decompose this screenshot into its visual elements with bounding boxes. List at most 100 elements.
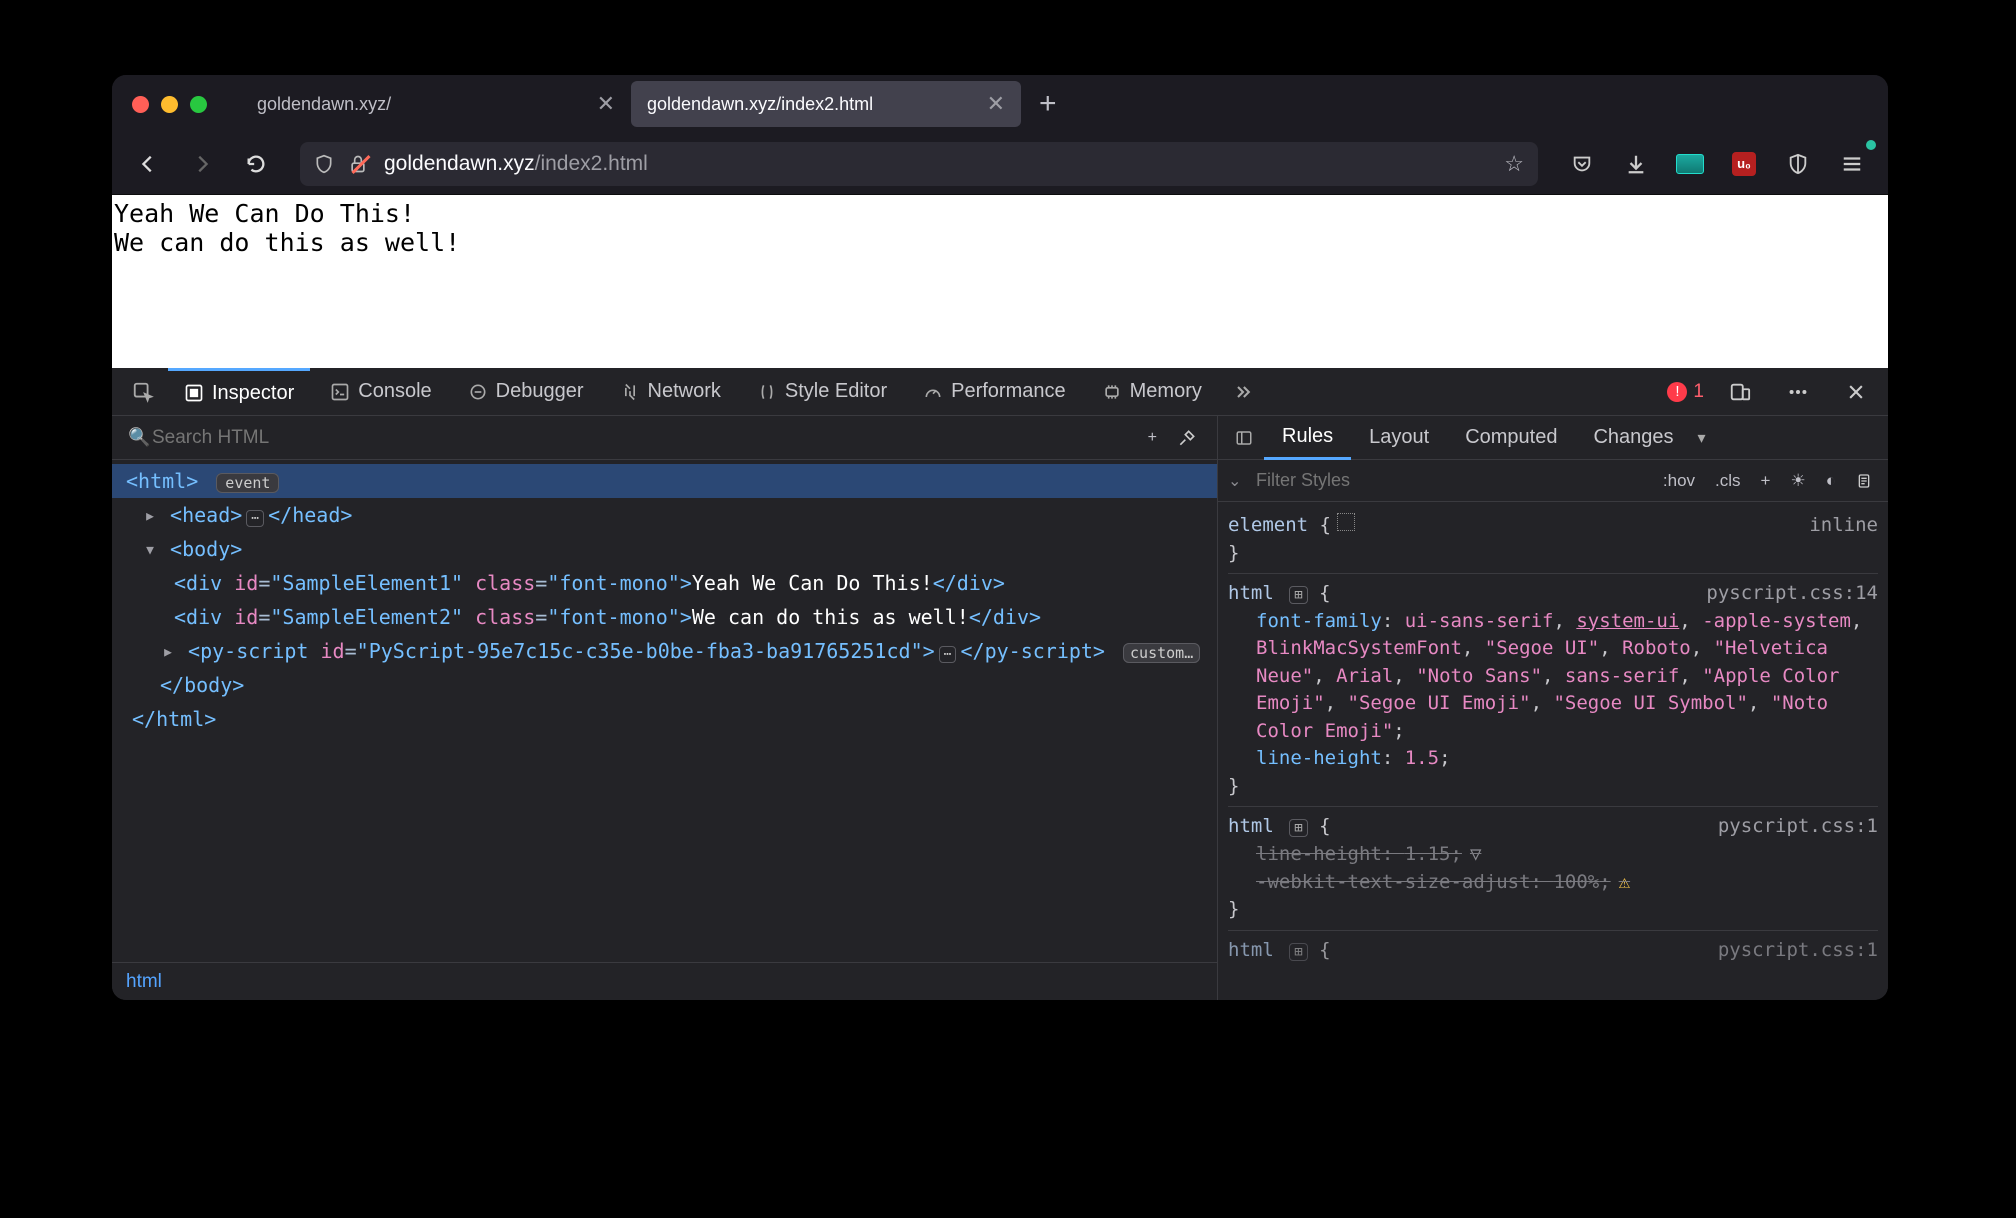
cls-toggle[interactable]: .cls [1709,471,1747,491]
grid-badge-icon[interactable]: ⊞ [1289,943,1307,961]
tab-0[interactable]: goldendawn.xyz/ ✕ [241,81,631,127]
tab-label: Memory [1130,380,1202,403]
menu-button[interactable] [1830,142,1874,186]
dom-node-div1[interactable]: <div id="SampleElement1" class="font-mon… [112,566,1217,600]
funnel-icon[interactable]: ▽ [1470,843,1481,865]
add-rule-button[interactable]: + [1755,471,1777,491]
reload-button[interactable] [234,142,278,186]
flex-overlay-icon[interactable] [1337,513,1355,531]
toolbar-right-icons: u₀ [1560,142,1874,186]
bookmark-star-icon[interactable]: ☆ [1504,151,1524,177]
new-tab-button[interactable]: + [1021,87,1075,121]
tab-bar: goldendawn.xyz/ ✕ goldendawn.xyz/index2.… [112,75,1888,133]
chevron-down-icon[interactable]: ▾ [1692,428,1712,448]
pocket-icon [1571,153,1593,175]
dom-node-body[interactable]: ▾ <body> [112,532,1217,566]
tab-performance[interactable]: Performance [907,368,1082,416]
dom-node-div2[interactable]: <div id="SampleElement2" class="font-mon… [112,600,1217,634]
maximize-window-button[interactable] [190,96,207,113]
minimize-window-button[interactable] [161,96,178,113]
arrow-right-icon [191,153,213,175]
more-tabs-button[interactable] [1222,368,1264,416]
toolbar: goldendawn.xyz/index2.html ☆ u₀ [112,133,1888,195]
hamburger-icon [1841,153,1863,175]
debugger-icon [468,382,488,402]
kebab-icon [1787,381,1809,403]
collapse-icon[interactable]: ▾ [142,534,158,564]
rules-tab-changes[interactable]: Changes [1575,416,1691,460]
print-media-button[interactable] [1850,472,1878,490]
custom-element-badge[interactable]: custom… [1123,643,1200,663]
dom-node-html-close[interactable]: </html> [112,702,1217,736]
tab-style-editor[interactable]: Style Editor [741,368,903,416]
tab-debugger[interactable]: Debugger [452,368,600,416]
shield-icon[interactable] [314,153,334,175]
tab-label: Debugger [496,380,584,403]
breadcrumb[interactable]: html [112,962,1217,1000]
tabs-container: goldendawn.xyz/ ✕ goldendawn.xyz/index2.… [241,81,1878,127]
element-picker-button[interactable] [122,368,164,416]
rules-tab-computed[interactable]: Computed [1447,416,1575,460]
add-node-button[interactable]: + [1138,429,1167,447]
dom-node-head[interactable]: ▸ <head>⋯</head> [112,498,1217,532]
rules-tab-rules[interactable]: Rules [1264,416,1351,460]
performance-icon [923,382,943,402]
url-path: /index2.html [535,152,648,175]
dark-scheme-button[interactable]: ◐ [1820,471,1842,491]
tab-console[interactable]: Console [314,368,447,416]
insecure-lock-icon[interactable] [348,153,370,175]
expand-icon[interactable]: ▸ [160,636,176,666]
error-indicator[interactable]: ! 1 [1667,381,1704,403]
tab-label: Network [648,380,721,403]
ellipsis-icon[interactable]: ⋯ [939,646,957,663]
page-content: Yeah We Can Do This! We can do this as w… [112,195,1888,368]
pocket-button[interactable] [1560,142,1604,186]
shield-ext-button[interactable] [1776,142,1820,186]
dom-node-html[interactable]: <html> event [112,464,1217,498]
dom-node-body-close[interactable]: </body> [112,668,1217,702]
rule-html-1[interactable]: html ⊞ { pyscript.css:1 line-height: 1.1… [1228,807,1878,930]
grid-badge-icon[interactable]: ⊞ [1289,819,1307,837]
tab-inspector[interactable]: Inspector [168,368,310,416]
rule-element[interactable]: element { inline } [1228,506,1878,574]
hov-toggle[interactable]: :hov [1657,471,1701,491]
dom-node-pyscript[interactable]: ▸ <py-script id="PyScript-95e7c15c-c35e-… [112,634,1217,668]
downloads-button[interactable] [1614,142,1658,186]
url-security-icons [314,153,370,175]
rule-html-14[interactable]: html ⊞ { pyscript.css:14 font-family: ui… [1228,574,1878,807]
breadcrumb-item[interactable]: html [126,971,162,993]
dom-tree[interactable]: <html> event ▸ <head>⋯</head> ▾ <body> <… [112,460,1217,962]
rule-html-1b[interactable]: html ⊞ { pyscript.css:1 [1228,931,1878,971]
rules-list[interactable]: element { inline } html ⊞ { pyscript.css… [1218,502,1888,1000]
tab-network[interactable]: Network [604,368,737,416]
responsive-mode-button[interactable] [1718,370,1762,414]
grid-badge-icon[interactable]: ⊞ [1289,586,1307,604]
ublock-button[interactable]: u₀ [1722,142,1766,186]
style-editor-icon [757,382,777,402]
url-bar[interactable]: goldendawn.xyz/index2.html ☆ [300,142,1538,186]
light-scheme-button[interactable]: ☀ [1784,471,1811,491]
eyedropper-button[interactable] [1167,428,1207,448]
devtools: Inspector Console Debugger Network Style… [112,368,1888,1000]
forward-button[interactable] [180,142,224,186]
warning-icon[interactable]: ⚠ [1619,871,1630,893]
toggle-sidebar-button[interactable] [1224,429,1264,447]
search-html-input[interactable] [122,420,1138,456]
extension-pip-button[interactable] [1668,142,1712,186]
close-window-button[interactable] [132,96,149,113]
inspector-panel: 🔍 + <html> event ▸ <head>⋯</head> [112,416,1218,1000]
close-icon[interactable]: ✕ [597,91,615,117]
back-button[interactable] [126,142,170,186]
rules-tab-layout[interactable]: Layout [1351,416,1447,460]
kebab-button[interactable] [1776,370,1820,414]
devtools-body: 🔍 + <html> event ▸ <head>⋯</head> [112,416,1888,1000]
tab-memory[interactable]: Memory [1086,368,1218,416]
event-badge[interactable]: event [216,473,279,493]
eyedropper-icon [1177,428,1197,448]
expand-icon[interactable]: ▸ [142,500,158,530]
tab-1[interactable]: goldendawn.xyz/index2.html ✕ [631,81,1021,127]
ellipsis-icon[interactable]: ⋯ [246,510,264,527]
close-devtools-button[interactable] [1834,370,1878,414]
close-icon[interactable]: ✕ [987,91,1005,117]
filter-styles-input[interactable] [1228,470,1649,491]
